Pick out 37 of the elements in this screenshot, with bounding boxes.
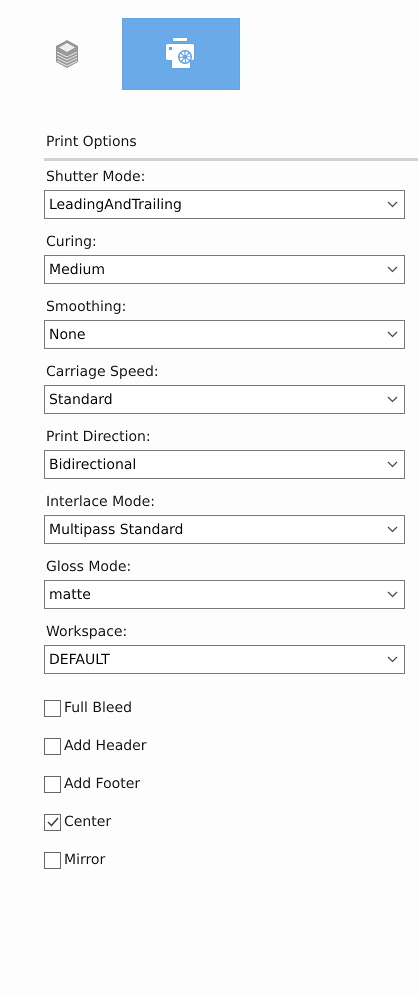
chevron-down-icon [387,266,398,273]
checkbox[interactable] [44,700,61,716]
dropdown-field[interactable]: DEFAULT [44,645,405,674]
checkbox-option[interactable]: Center [44,803,112,841]
field-label: Print Direction: [46,429,151,445]
checkbox[interactable] [44,738,61,754]
dropdown-field[interactable]: Standard [44,385,405,414]
field-label: Shutter Mode: [46,169,146,185]
chevron-down-icon [387,526,398,533]
chevron-down-icon [387,201,398,208]
field-label: Carriage Speed: [46,364,159,380]
dropdown-field[interactable]: Bidirectional [44,450,405,479]
chevron-down-icon [387,331,398,338]
dropdown-field[interactable]: Medium [44,255,405,284]
checkbox[interactable] [44,852,61,868]
checkbox[interactable] [44,814,61,830]
chevron-down-icon [387,656,398,663]
checkbox-option[interactable]: Full Bleed [44,689,132,727]
checkbox-option[interactable]: Add Header [44,727,147,765]
chevron-down-icon [387,461,398,468]
section-title: Print Options [46,134,138,150]
field-label: Workspace: [46,624,128,640]
layers-icon [54,38,80,70]
field-label: Smoothing: [46,299,126,315]
dropdown-field[interactable]: LeadingAndTrailing [44,190,405,219]
field-label: Interlace Mode: [46,494,155,510]
field-label: Curing: [46,234,97,250]
checkbox-option[interactable]: Add Footer [44,765,140,803]
checkbox[interactable] [44,776,61,792]
panel-tab[interactable] [122,18,240,90]
chevron-down-icon [387,591,398,598]
dropdown-field[interactable]: matte [44,580,405,609]
dropdown-field[interactable]: Multipass Standard [44,515,405,544]
checkbox-option[interactable]: Mirror [44,841,106,879]
dropdown-field[interactable]: None [44,320,405,349]
chevron-down-icon [387,396,398,403]
field-label: Gloss Mode: [46,559,132,575]
